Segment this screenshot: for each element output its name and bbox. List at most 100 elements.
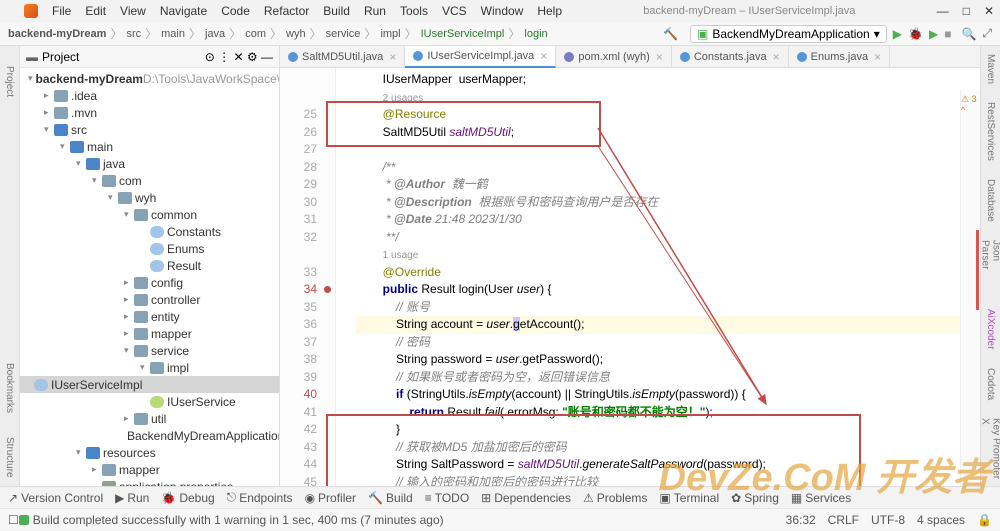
crumb-8[interactable]: IUserServiceImpl — [421, 28, 505, 40]
rail-codota[interactable]: Codota — [985, 368, 996, 400]
left-tool-rail: Project Bookmarks Structure — [0, 46, 20, 486]
tab-iuserserviceimpl-java[interactable]: IUserServiceImpl.java× — [405, 46, 556, 68]
bb-endpoints[interactable]: ⎋ Endpoints — [227, 490, 293, 505]
crumb-3[interactable]: java — [205, 28, 225, 40]
menu-refactor[interactable]: Refactor — [258, 2, 315, 20]
tab-saltmd5util-java[interactable]: SaltMD5Util.java× — [280, 46, 405, 68]
menu-window[interactable]: Window — [475, 2, 530, 20]
code-body[interactable]: IUserMapper userMapper; 2 usages @Resour… — [336, 68, 980, 486]
rail-database[interactable]: Database — [985, 179, 996, 222]
menu-tools[interactable]: Tools — [394, 2, 434, 20]
run-button[interactable]: ▶ — [893, 27, 902, 41]
bb-profiler[interactable]: ◉ Profiler — [305, 491, 357, 505]
rail-maven[interactable]: Maven — [985, 54, 996, 84]
tree-node-application-properties[interactable]: application.properties — [20, 478, 279, 486]
menu-vcs[interactable]: VCS — [436, 2, 473, 20]
minimize-button[interactable]: — — [931, 2, 955, 20]
tree-node-iuserserviceimpl[interactable]: IUserServiceImpl — [20, 376, 279, 393]
crumb-1[interactable]: src — [126, 28, 141, 40]
status-indent[interactable]: 4 spaces — [917, 513, 965, 527]
tab-pom-xml-wyh-[interactable]: pom.xml (wyh)× — [556, 46, 672, 68]
tree-node-main[interactable]: ▾main — [20, 138, 279, 155]
maximize-button[interactable]: □ — [957, 2, 976, 20]
bb-run[interactable]: ▶ Run — [115, 491, 149, 505]
bb-services[interactable]: ▦ Services — [791, 491, 851, 505]
warnings-badge[interactable]: ⚠ 3 ^ — [961, 94, 978, 115]
status-indicator-icon: ☐ — [8, 513, 19, 527]
tab-enums-java[interactable]: Enums.java× — [789, 46, 891, 68]
tree-node-java[interactable]: ▾java — [20, 155, 279, 172]
project-sidebar: ▬Project⊙ ⋮ ✕ ⚙ — ▾backend-myDream D:\To… — [20, 46, 280, 486]
tree-node-mapper[interactable]: ▸mapper — [20, 461, 279, 478]
status-pos[interactable]: 36:32 — [786, 513, 816, 527]
rail-keypromoter[interactable]: Key Promoter X — [980, 418, 1000, 486]
build-icon[interactable]: 🔨 — [663, 27, 678, 41]
menu-run[interactable]: Run — [358, 2, 392, 20]
project-header[interactable]: ▬Project⊙ ⋮ ✕ ⚙ — — [20, 46, 279, 68]
bb-debug[interactable]: 🐞 Debug — [161, 491, 214, 505]
status-eol[interactable]: CRLF — [828, 513, 859, 527]
bb-todo[interactable]: ≡ TODO — [425, 491, 469, 505]
crumb-9[interactable]: login — [524, 28, 547, 40]
tree-node-common[interactable]: ▾common — [20, 206, 279, 223]
crumb-root[interactable]: backend-myDream — [8, 28, 106, 40]
tree-node-entity[interactable]: ▸entity — [20, 308, 279, 325]
menu-view[interactable]: View — [114, 2, 152, 20]
tree-node-result[interactable]: Result — [20, 257, 279, 274]
rail-project[interactable]: Project — [4, 66, 15, 97]
bb-spring[interactable]: ✿ Spring — [731, 491, 779, 505]
tree-node-controller[interactable]: ▸controller — [20, 291, 279, 308]
rail-bookmarks[interactable]: Bookmarks — [4, 363, 15, 413]
tree-node-impl[interactable]: ▾impl — [20, 359, 279, 376]
tree-node-config[interactable]: ▸config — [20, 274, 279, 291]
menu-edit[interactable]: Edit — [79, 2, 112, 20]
close-button[interactable]: ✕ — [978, 2, 1000, 20]
menu-navigate[interactable]: Navigate — [154, 2, 213, 20]
tree-node-com[interactable]: ▾com — [20, 172, 279, 189]
rail-aixcoder[interactable]: AiXcoder — [985, 309, 996, 350]
more-icon[interactable]: ⤢ — [982, 26, 992, 41]
crumb-5[interactable]: wyh — [286, 28, 306, 40]
menu-build[interactable]: Build — [317, 2, 356, 20]
bb-build[interactable]: 🔨 Build — [368, 491, 413, 505]
play-alt-button[interactable]: ▶ — [929, 27, 938, 41]
status-enc[interactable]: UTF-8 — [871, 513, 905, 527]
error-strip — [976, 230, 979, 310]
crumb-2[interactable]: main — [161, 28, 185, 40]
debug-button[interactable]: 🐞 — [908, 27, 923, 41]
tree-node-enums[interactable]: Enums — [20, 240, 279, 257]
tree-node--mvn[interactable]: ▸.mvn — [20, 104, 279, 121]
status-lock-icon[interactable]: 🔒 — [977, 513, 992, 527]
tree-node-wyh[interactable]: ▾wyh — [20, 189, 279, 206]
menu-file[interactable]: File — [46, 2, 77, 20]
tree-node-constants[interactable]: Constants — [20, 223, 279, 240]
bb-deps[interactable]: ⊞ Dependencies — [481, 491, 571, 505]
crumb-6[interactable]: service — [326, 28, 361, 40]
tree-node-resources[interactable]: ▾resources — [20, 444, 279, 461]
crumb-7[interactable]: impl — [380, 28, 400, 40]
bb-terminal[interactable]: ▣ Terminal — [659, 491, 719, 505]
tree-node-iuserservice[interactable]: IUserService — [20, 393, 279, 410]
bb-vcs[interactable]: ↗ Version Control — [8, 491, 103, 505]
search-icon[interactable]: 🔍 — [961, 27, 976, 41]
tree-node-src[interactable]: ▾src — [20, 121, 279, 138]
stop-button[interactable]: ■ — [944, 27, 951, 41]
rail-structure[interactable]: Structure — [4, 437, 15, 478]
rail-rest[interactable]: RestServices — [985, 102, 996, 161]
tree-node-mapper[interactable]: ▸mapper — [20, 325, 279, 342]
tree-node-util[interactable]: ▸util — [20, 410, 279, 427]
crumb-4[interactable]: com — [245, 28, 266, 40]
run-config-dropdown[interactable]: ▣BackendMyDreamApplication▾ — [690, 25, 887, 43]
minimap[interactable]: ⚠ 3 ^ — [960, 90, 980, 486]
menu-code[interactable]: Code — [215, 2, 256, 20]
tab-constants-java[interactable]: Constants.java× — [672, 46, 789, 68]
menu-help[interactable]: Help — [531, 2, 568, 20]
bb-problems[interactable]: ⚠ Problems — [583, 491, 647, 505]
build-ok-icon — [19, 515, 29, 525]
tree-node-backendmydreamapplication[interactable]: BackendMyDreamApplication — [20, 427, 279, 444]
tree-root[interactable]: ▾backend-myDream D:\Tools\JavaWorkSpace\… — [20, 70, 279, 87]
tree-node--idea[interactable]: ▸.idea — [20, 87, 279, 104]
project-tree[interactable]: ▾backend-myDream D:\Tools\JavaWorkSpace\… — [20, 68, 279, 486]
rail-json[interactable]: Json Parser — [980, 240, 1000, 291]
tree-node-service[interactable]: ▾service — [20, 342, 279, 359]
